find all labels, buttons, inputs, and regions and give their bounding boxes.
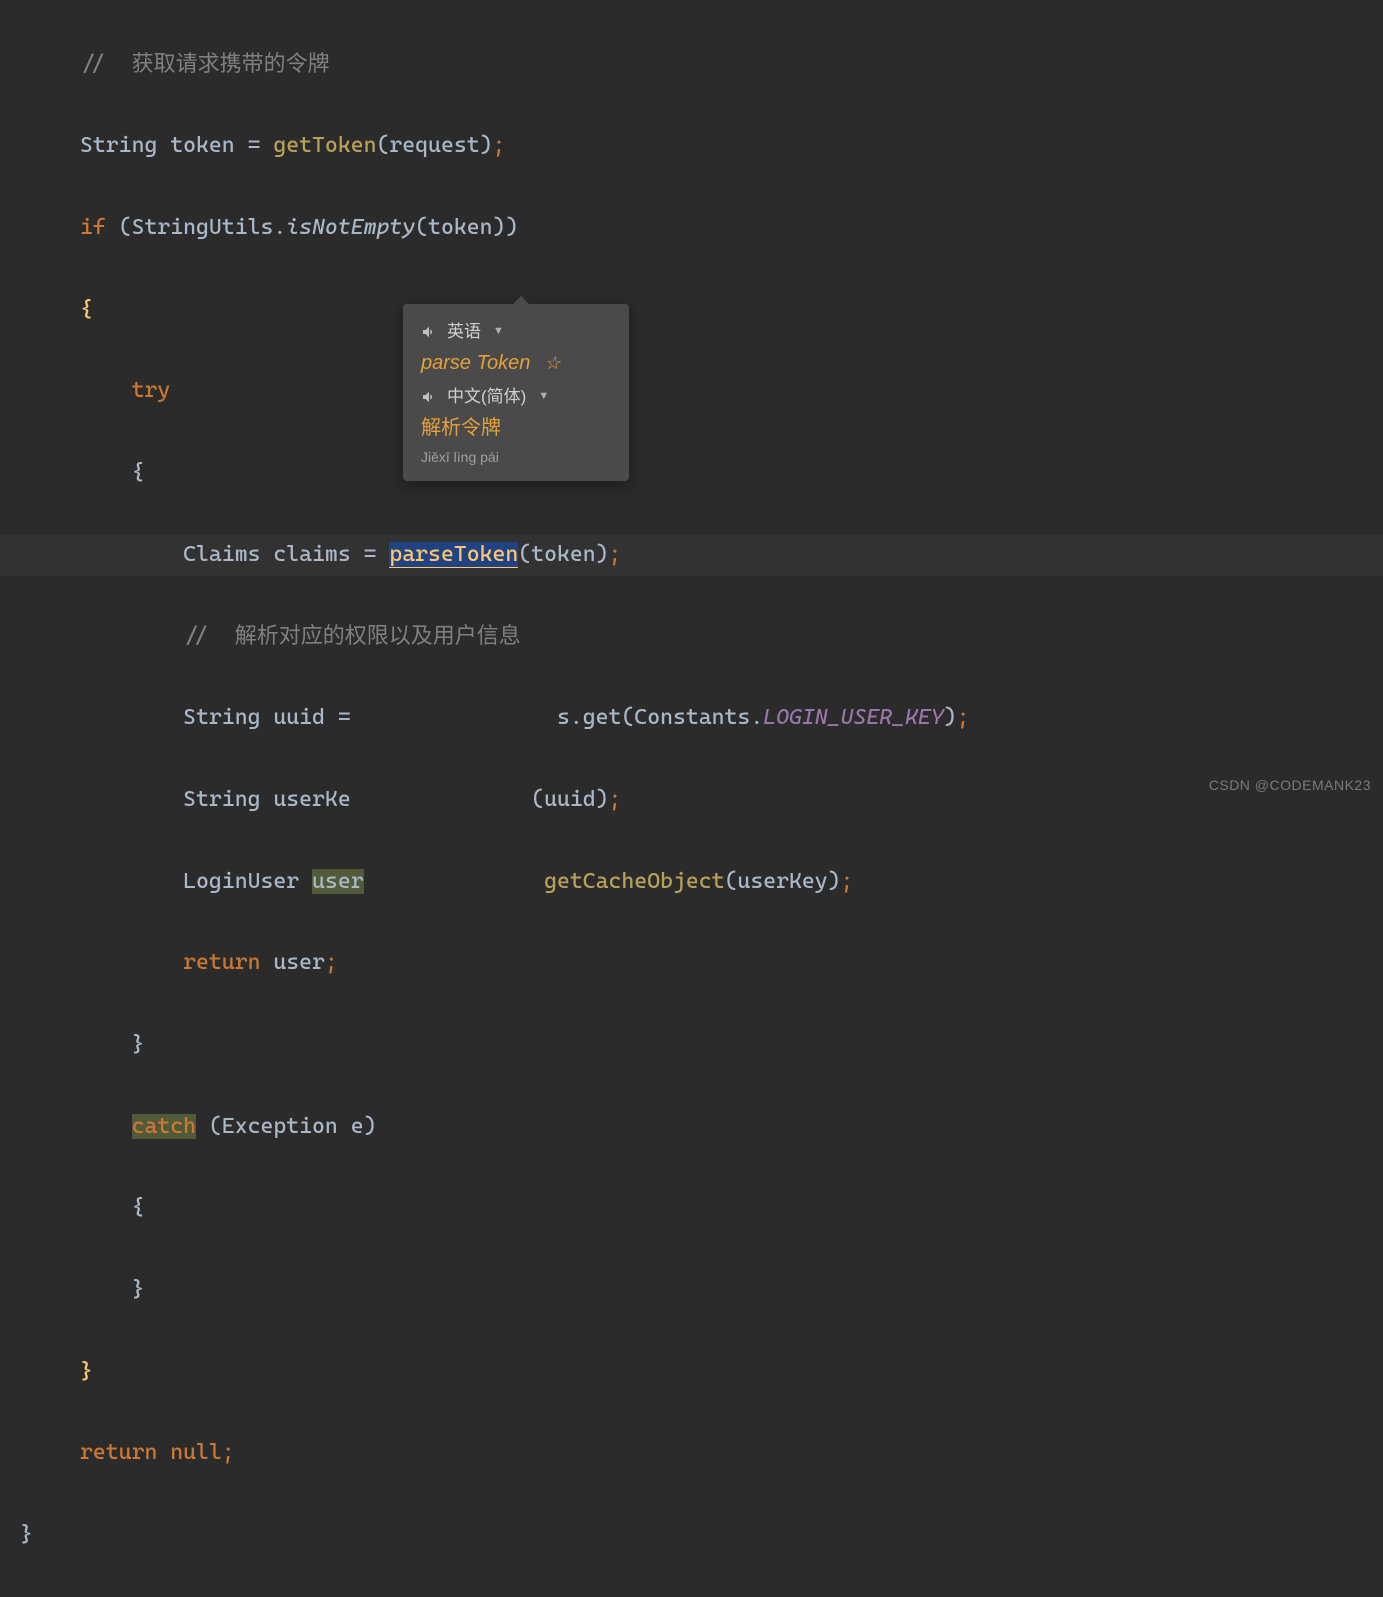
code-line: try xyxy=(0,371,1383,412)
code-line: { xyxy=(0,453,1383,494)
code-line: if (StringUtils.isNotEmpty(token)) xyxy=(0,208,1383,249)
code-line-highlighted: Claims claims = parseToken(token); xyxy=(0,535,1383,576)
code-line: { xyxy=(0,1188,1383,1229)
code-line: } xyxy=(0,1270,1383,1311)
chevron-down-icon[interactable]: ▼ xyxy=(493,323,504,341)
comment: // 获取请求携带的令牌 xyxy=(80,52,330,77)
selected-token[interactable]: parseToken xyxy=(389,542,518,568)
tooltip-source-lang-row[interactable]: 英语 ▼ xyxy=(421,318,611,345)
speaker-icon[interactable] xyxy=(421,389,437,405)
star-icon[interactable]: ☆ xyxy=(544,349,560,378)
code-line: String token = getToken(request); xyxy=(0,126,1383,167)
tooltip-translation: 解析令牌 xyxy=(421,412,611,444)
speaker-icon[interactable] xyxy=(421,324,437,340)
code-line: return user; xyxy=(0,943,1383,984)
code-line: // 获取请求携带的令牌 xyxy=(0,45,1383,86)
code-line: } xyxy=(0,1352,1383,1393)
tooltip-pinyin: Jiěxī lìng pái xyxy=(421,446,611,468)
code-line: } xyxy=(0,1515,1383,1556)
code-line: String uuid = s.get(Constants.LOGIN_USER… xyxy=(0,698,1383,739)
code-line: LoginUser user getCacheObject(userKey); xyxy=(0,862,1383,903)
code-editor[interactable]: // 获取请求携带的令牌 String token = getToken(req… xyxy=(0,0,1383,801)
comment: // 解析对应的权限以及用户信息 xyxy=(183,624,521,649)
code-line: return null; xyxy=(0,1433,1383,1474)
tooltip-arrow xyxy=(513,296,529,304)
tooltip-source-text: parse Token ☆ xyxy=(421,347,611,379)
code-line: String userKe (uuid); xyxy=(0,780,1383,821)
code-line: catch (Exception e) xyxy=(0,1107,1383,1148)
chevron-down-icon[interactable]: ▼ xyxy=(538,388,549,406)
code-line: { xyxy=(0,290,1383,331)
translation-tooltip[interactable]: 英语 ▼ parse Token ☆ 中文(简体) ▼ 解析令牌 Jiěxī lìn… xyxy=(403,304,629,481)
tooltip-target-lang-row[interactable]: 中文(简体) ▼ xyxy=(421,383,611,410)
target-lang-label: 中文(简体) xyxy=(447,383,526,410)
watermark: CSDN @CODEMANK23 xyxy=(1209,777,1371,793)
code-line: // 解析对应的权限以及用户信息 xyxy=(0,617,1383,658)
code-line: } xyxy=(0,1025,1383,1066)
source-lang-label: 英语 xyxy=(447,318,481,345)
